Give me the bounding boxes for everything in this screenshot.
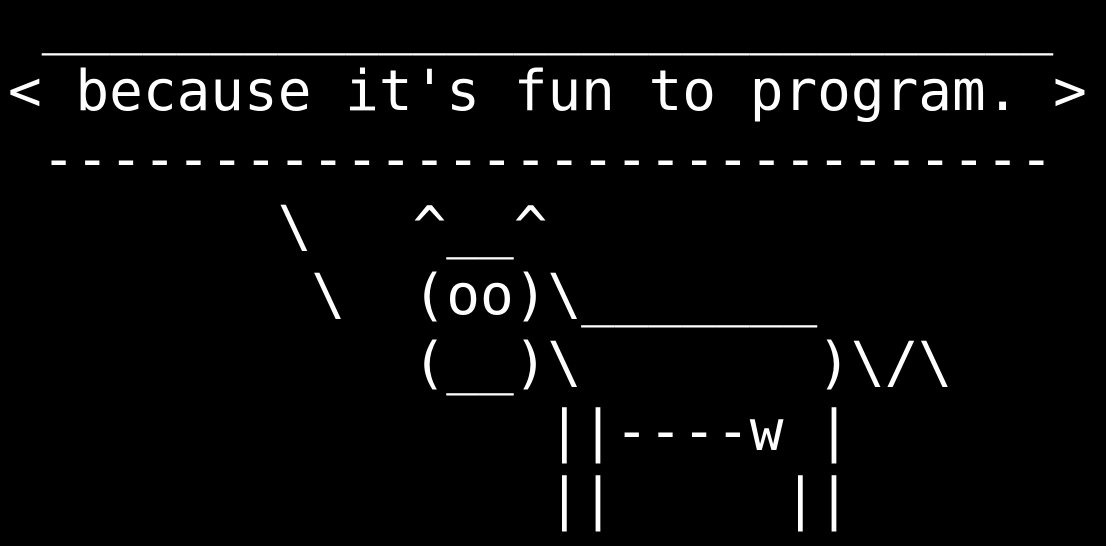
cow-legs-line: || || [8,467,851,532]
speech-bubble-text: < because it's fun to program. > [8,59,1087,124]
terminal-output: ______________________________ < because … [8,0,1087,534]
cow-eyes-line: \ (oo)\_______ [8,263,818,328]
speech-bubble-top: ______________________________ [8,0,1054,56]
cow-body-line: ||----w | [8,399,851,464]
cow-mouth-line: (__)\ )\/\ [8,331,953,396]
cow-ears-line: \ ^__^ [8,195,548,260]
speech-bubble-bottom: ------------------------------ [8,127,1054,192]
